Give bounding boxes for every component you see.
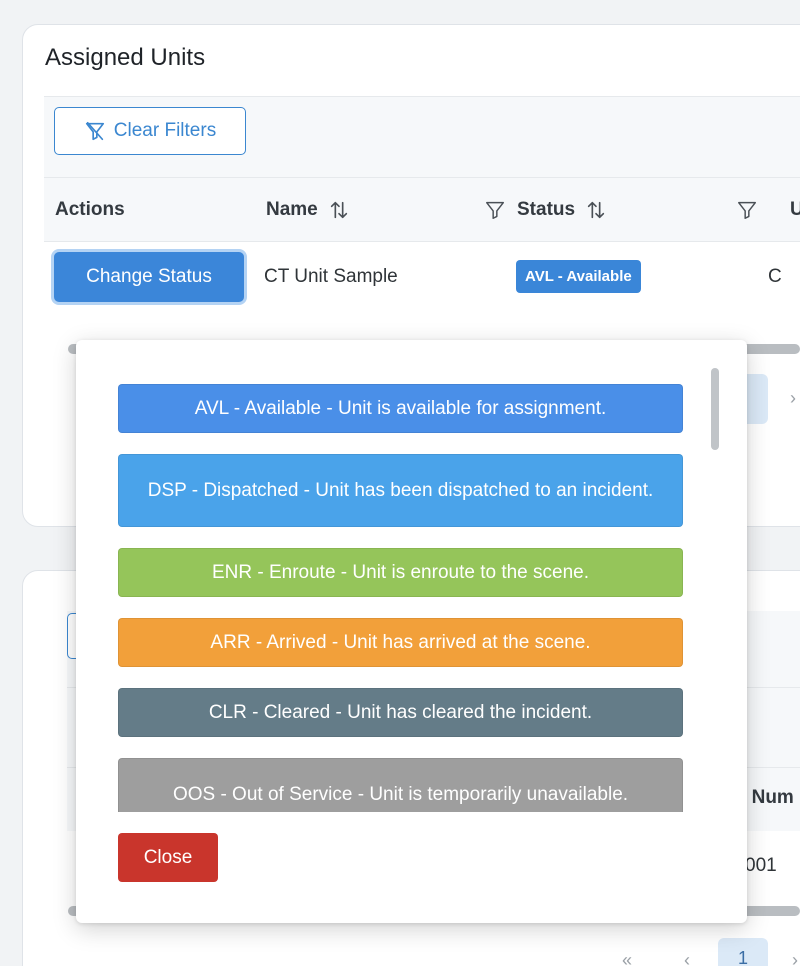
pager-prev-button[interactable]: ‹ xyxy=(684,950,690,966)
column-header-actions: Actions xyxy=(55,178,125,242)
clear-filters-button[interactable]: Clear Filters xyxy=(54,107,246,155)
column-header-status[interactable]: Status xyxy=(517,178,607,242)
close-button[interactable]: Close xyxy=(118,833,218,882)
pager-page-button[interactable]: 1 xyxy=(718,938,768,966)
status-option-list: AVL - Available - Unit is available for … xyxy=(76,340,747,812)
popover-scrollbar-thumb[interactable] xyxy=(711,368,719,450)
status-option-clr[interactable]: CLR - Cleared - Unit has cleared the inc… xyxy=(118,688,683,737)
unit-name-cell: CT Unit Sample xyxy=(264,266,398,287)
change-status-button[interactable]: Change Status xyxy=(54,252,244,302)
clear-filters-label: Clear Filters xyxy=(113,120,217,141)
status-option-arr[interactable]: ARR - Arrived - Unit has arrived at the … xyxy=(118,618,683,667)
status-option-oos[interactable]: OOS - Out of Service - Unit is temporari… xyxy=(118,758,683,812)
column-header-cut: U xyxy=(790,178,800,242)
sort-icon[interactable] xyxy=(585,199,607,221)
pager-next-button[interactable]: › xyxy=(792,950,798,966)
status-option-enr[interactable]: ENR - Enroute - Unit is enroute to the s… xyxy=(118,548,683,597)
column-header-status-label: Status xyxy=(517,199,576,220)
filter-icon[interactable] xyxy=(484,198,506,222)
table-cell-partial: 001 xyxy=(745,855,777,876)
pager-next-partial[interactable]: › xyxy=(790,388,796,409)
truncated-cell: C xyxy=(768,266,782,287)
sort-icon[interactable] xyxy=(328,199,350,221)
status-popover: AVL - Available - Unit is available for … xyxy=(76,340,747,923)
column-header-actions-label: Actions xyxy=(55,199,125,220)
table-toolbar: Clear Filters xyxy=(44,96,800,178)
filter-slash-icon xyxy=(85,121,104,141)
status-badge: AVL - Available xyxy=(516,260,641,293)
table-row: Change Status CT Unit Sample AVL - Avail… xyxy=(44,242,800,314)
filter-icon[interactable] xyxy=(736,198,758,222)
column-header-name-label: Name xyxy=(266,199,318,220)
status-option-dsp[interactable]: DSP - Dispatched - Unit has been dispatc… xyxy=(118,454,683,527)
column-header-cut-label: U xyxy=(790,199,800,220)
status-option-avl[interactable]: AVL - Available - Unit is available for … xyxy=(118,384,683,433)
pager-first-button[interactable]: « xyxy=(622,950,632,966)
column-header-partial: t Num xyxy=(740,787,794,808)
column-header-name[interactable]: Name xyxy=(266,178,350,242)
page-title: Assigned Units xyxy=(45,44,206,71)
table-header: Actions Name Status U xyxy=(44,178,800,242)
